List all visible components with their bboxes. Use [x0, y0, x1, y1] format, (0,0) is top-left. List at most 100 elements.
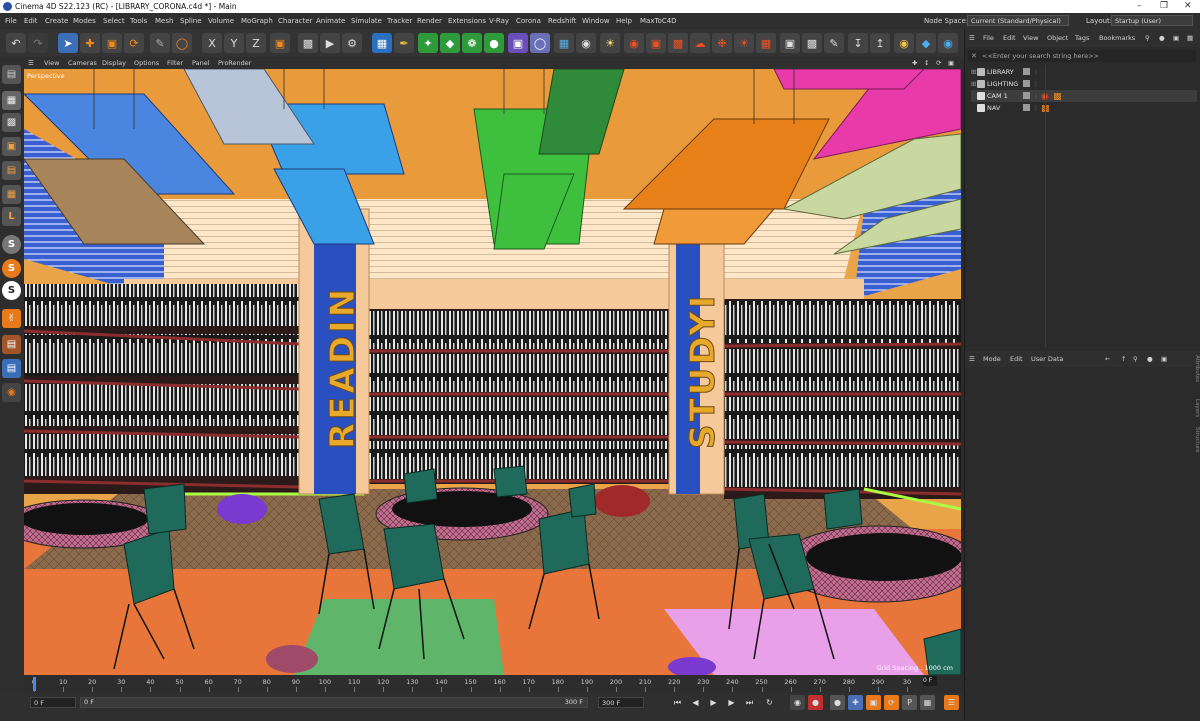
editor-render-dots-icon[interactable]: ⋮ [1033, 103, 1039, 112]
menu-tools[interactable]: Tools [130, 17, 147, 25]
menu-window[interactable]: Window [582, 17, 610, 25]
search-close-icon[interactable]: ✕ [971, 52, 977, 60]
viewport-menu-panel[interactable]: Panel [192, 59, 210, 67]
am-new-window-icon[interactable]: ▣ [1161, 355, 1167, 363]
object-manager-menu-icon[interactable]: ☰ [969, 34, 975, 42]
menu-spline[interactable]: Spline [180, 17, 202, 25]
viewport-maximize-icon[interactable]: ▣ [948, 59, 954, 67]
corona-render-icon[interactable]: ◉ [624, 33, 644, 53]
axis-z-icon[interactable]: Z [246, 33, 266, 53]
viewport-menu-view[interactable]: View [44, 59, 59, 67]
menu-select[interactable]: Select [103, 17, 125, 25]
clapboard-icon[interactable]: ▩ [298, 33, 318, 53]
menu-redshift[interactable]: Redshift [548, 17, 576, 25]
key-pla-icon[interactable]: ▦ [920, 695, 935, 710]
viewport-rotate-icon[interactable]: ⟳ [936, 59, 941, 67]
model-mode-icon[interactable]: ▦ [2, 91, 21, 110]
next-key-icon[interactable]: ▶ [724, 695, 739, 710]
corona-sky-icon[interactable]: ☁ [690, 33, 710, 53]
color-icon[interactable]: ◉ [894, 33, 914, 53]
expand-icon[interactable]: ⊞ [971, 66, 976, 78]
editor-render-dots-icon[interactable]: ⋮ [1033, 67, 1039, 76]
editor-render-dots-icon[interactable]: ⋮ [1033, 91, 1039, 100]
subdivision-icon[interactable]: ✦ [418, 33, 438, 53]
om-new-window-icon[interactable]: ▣ [1173, 34, 1179, 42]
live-select-icon[interactable]: ◯ [172, 33, 192, 53]
start-frame-field[interactable]: 0 F [30, 697, 76, 708]
light-icon[interactable]: ☀ [600, 33, 620, 53]
object-row-cam1[interactable]: CAM 1 ⋮ ◉ ▩ [971, 90, 1197, 102]
keyframe-selection-icon[interactable]: ● [830, 695, 845, 710]
viewport-menu-options[interactable]: Options [134, 59, 159, 67]
camera-icon[interactable]: ◉ [576, 33, 596, 53]
menu-edit[interactable]: Edit [24, 17, 38, 25]
menu-animate[interactable]: Animate [316, 17, 345, 25]
side-tab-structure[interactable]: Structure [1194, 427, 1200, 453]
field-icon[interactable]: ◯ [530, 33, 550, 53]
key-parameter-icon[interactable]: P [902, 695, 917, 710]
select-cursor-icon[interactable]: ➤ [58, 33, 78, 53]
object-row-library[interactable]: ⊞ LIBRARY ⋮ [971, 66, 1197, 78]
go-to-end-icon[interactable]: ⏭ [742, 695, 757, 710]
menu-render[interactable]: Render [417, 17, 442, 25]
export-icon[interactable]: ↥ [870, 33, 890, 53]
workplane-icon[interactable]: ▤ [2, 335, 21, 354]
om-menu-edit[interactable]: Edit [1003, 34, 1016, 42]
minimize-icon[interactable]: – [1137, 1, 1142, 11]
object-search-input[interactable]: <<Enter your search string here>> [968, 50, 1196, 62]
lock-workplane-icon[interactable]: ▤ [2, 359, 21, 378]
om-menu-bookmarks[interactable]: Bookmarks [1099, 34, 1135, 42]
picture-viewer-icon[interactable]: ▩ [802, 33, 822, 53]
object-row-lighting[interactable]: ⊞ LIGHTING ⋮ [971, 78, 1197, 90]
edges-mode-icon[interactable]: ▤ [2, 161, 21, 180]
key-position-icon[interactable]: ✚ [848, 695, 863, 710]
pen-icon[interactable]: ✒ [394, 33, 414, 53]
autokey-icon[interactable]: ◉ [790, 695, 805, 710]
move-icon[interactable]: ✚ [80, 33, 100, 53]
om-menu-view[interactable]: View [1023, 34, 1038, 42]
key-scale-icon[interactable]: ▣ [866, 695, 881, 710]
viewport-menu-icon[interactable]: ☰ [28, 59, 34, 67]
restore-icon[interactable]: ❐ [1160, 1, 1168, 11]
loop-icon[interactable]: ↻ [762, 695, 777, 710]
timeline-window-icon[interactable]: ☰ [944, 695, 959, 710]
corona-camera-icon[interactable]: ▩ [668, 33, 688, 53]
om-search-icon[interactable]: ⚲ [1145, 34, 1150, 42]
am-menu-edit[interactable]: Edit [1010, 355, 1023, 363]
menu-vray[interactable]: V-Ray [489, 17, 509, 25]
menu-character[interactable]: Character [278, 17, 313, 25]
playhead-marker[interactable] [33, 677, 36, 691]
deformer-icon[interactable]: ▣ [508, 33, 528, 53]
expand-icon[interactable]: ⊞ [971, 78, 976, 90]
om-menu-file[interactable]: File [983, 34, 994, 42]
om-menu-object[interactable]: Object [1047, 34, 1068, 42]
menu-modes[interactable]: Modes [73, 17, 96, 25]
editor-render-dots-icon[interactable]: ⋮ [1033, 79, 1039, 88]
viewport-menu-cameras[interactable]: Cameras [68, 59, 97, 67]
visibility-check-icon[interactable] [1023, 68, 1030, 75]
visibility-check-icon[interactable] [1023, 80, 1030, 87]
recent-tool-icon[interactable]: ✎ [150, 33, 170, 53]
make-editable-icon[interactable]: ▤ [2, 65, 21, 84]
workplane-snap-icon[interactable]: S [2, 281, 21, 300]
visibility-check-icon[interactable] [1023, 104, 1030, 111]
previous-key-icon[interactable]: ◀ [688, 695, 703, 710]
menu-volume[interactable]: Volume [208, 17, 234, 25]
snap-settings-icon[interactable]: S [2, 259, 21, 278]
tweak-icon[interactable]: ◉ [2, 383, 21, 402]
cube-icon[interactable]: ▦ [372, 33, 392, 53]
undo-icon[interactable]: ↶ [6, 33, 26, 53]
menu-mograph[interactable]: MoGraph [241, 17, 273, 25]
perspective-viewport[interactable]: READIN STUDYI Perspective Grid Spacing:… [24, 69, 961, 675]
am-lock-icon[interactable]: ● [1147, 355, 1153, 363]
record-icon[interactable]: ● [808, 695, 823, 710]
key-rotation-icon[interactable]: ⟳ [884, 695, 899, 710]
visibility-check-icon[interactable] [1023, 92, 1030, 99]
points-mode-icon[interactable]: ▣ [2, 137, 21, 156]
cloner-icon[interactable]: ❁ [462, 33, 482, 53]
layout-dropdown[interactable]: Startup (User) [1111, 15, 1193, 26]
om-lock-icon[interactable]: ● [1159, 34, 1165, 42]
close-icon[interactable]: ✕ [1184, 1, 1192, 11]
import-icon[interactable]: ↧ [848, 33, 868, 53]
go-to-start-icon[interactable]: ⏮ [670, 695, 685, 710]
